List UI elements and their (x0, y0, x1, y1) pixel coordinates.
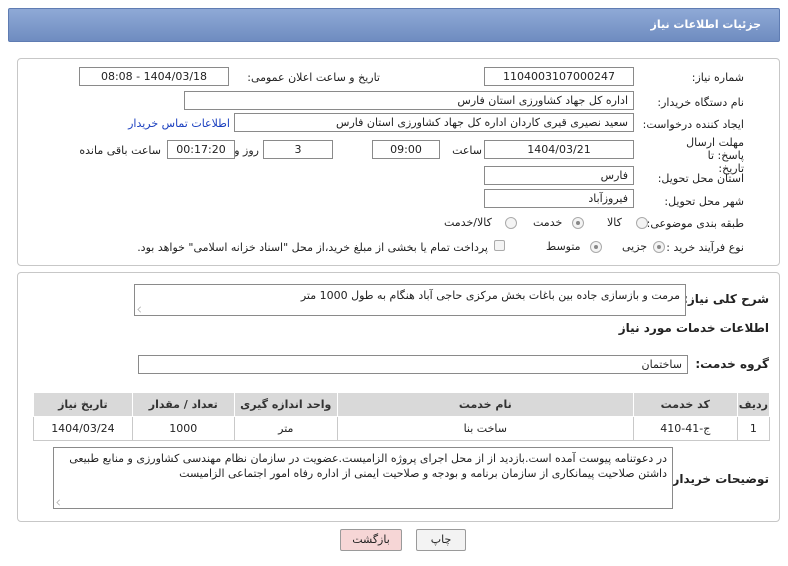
buyer-notes-label: توضیحات خریدار: (667, 472, 769, 486)
col-header-date: تاریخ نیاز (33, 392, 133, 417)
buyer-org-field: اداره کل جهاد کشاورزی استان فارس (184, 91, 634, 110)
service-group-label: گروه خدمت: (695, 357, 769, 371)
process-radio-minor[interactable] (653, 241, 665, 253)
treasury-note: پرداخت تمام یا بخشی از مبلغ خرید،از محل … (137, 241, 488, 254)
resize-handle-icon[interactable] (56, 499, 63, 506)
col-header-index: ردیف (736, 392, 771, 417)
need-info-panel (17, 58, 780, 266)
summary-textarea: مرمت و بازسازی جاده بین باغات بخش مرکزی … (134, 284, 686, 316)
resize-handle-icon[interactable] (137, 306, 144, 313)
category-option-service: خدمت (533, 216, 563, 229)
buyer-notes-textarea: در دعوتنامه پیوست آمده است.بازدید از از … (53, 447, 673, 509)
category-radio-service[interactable] (572, 217, 584, 229)
deadline-date-field: 1404/03/21 (484, 140, 634, 159)
cell-date: 1404/03/24 (33, 416, 133, 441)
category-label: طبقه بندی موضوعی: (646, 217, 744, 230)
col-header-name: نام خدمت (336, 392, 634, 417)
print-button[interactable]: چاپ (416, 529, 466, 551)
cell-code: ج-41-410 (632, 416, 738, 441)
creator-label: ایجاد کننده درخواست: (642, 118, 744, 131)
deadline-time-label: ساعت (452, 144, 482, 157)
col-header-code: کد خدمت (632, 392, 738, 417)
cell-qty: 1000 (131, 416, 235, 441)
process-label: نوع فرآیند خرید : (666, 241, 744, 254)
summary-text: مرمت و بازسازی جاده بین باغات بخش مرکزی … (300, 289, 680, 302)
remaining-time-field: 00:17:20 (167, 140, 235, 159)
table-row: 1 ج-41-410 ساخت بنا متر 1000 1404/03/24 (33, 416, 771, 441)
cell-index: 1 (736, 416, 771, 441)
deadline-time-field: 09:00 (372, 140, 440, 159)
services-section-title: اطلاعات خدمات مورد نیاز (618, 321, 769, 335)
category-option-goods-service: کالا/خدمت (444, 216, 492, 229)
back-button[interactable]: بازگشت (340, 529, 402, 551)
page-header: جزئیات اطلاعات نیاز (8, 8, 780, 42)
treasury-checkbox[interactable] (494, 240, 505, 251)
page-title: جزئیات اطلاعات نیاز (650, 18, 762, 31)
announce-datetime-field: 1404/03/18 - 08:08 (79, 67, 229, 86)
col-header-qty: تعداد / مقدار (131, 392, 235, 417)
need-number-label: شماره نیاز: (691, 71, 744, 84)
announce-datetime-label: تاریخ و ساعت اعلان عمومی: (247, 71, 380, 84)
cell-unit: متر (233, 416, 338, 441)
province-label: استان محل تحویل: (657, 172, 744, 185)
summary-label: شرح کلی نیاز: (683, 292, 769, 306)
buyer-notes-text: در دعوتنامه پیوست آمده است.بازدید از از … (69, 452, 667, 480)
city-field: فیروزآباد (484, 189, 634, 208)
category-option-goods: کالا (607, 216, 622, 229)
need-number-field: 1104003107000247 (484, 67, 634, 86)
buyer-org-label: نام دستگاه خریدار: (657, 96, 744, 109)
category-radio-goods[interactable] (636, 217, 648, 229)
table-header-row: ردیف کد خدمت نام خدمت واحد اندازه گیری ت… (33, 392, 771, 417)
deadline-label: مهلت ارسال پاسخ: تا تاریخ: (686, 136, 744, 175)
category-radio-goods-service[interactable] (505, 217, 517, 229)
process-option-medium: متوسط (546, 240, 581, 253)
services-table: ردیف کد خدمت نام خدمت واحد اندازه گیری ت… (33, 392, 771, 441)
process-option-minor: جزیی (622, 240, 648, 253)
days-remaining-field: 3 (263, 140, 333, 159)
buyer-contact-link[interactable]: اطلاعات تماس خریدار (128, 117, 230, 130)
cell-name: ساخت بنا (336, 416, 634, 441)
service-group-field: ساختمان (138, 355, 688, 374)
process-radio-medium[interactable] (590, 241, 602, 253)
city-label: شهر محل تحویل: (664, 195, 744, 208)
days-label: روز و (234, 144, 259, 157)
col-header-unit: واحد اندازه گیری (233, 392, 338, 417)
remaining-time-label: ساعت باقی مانده (79, 144, 161, 157)
province-field: فارس (484, 166, 634, 185)
creator-field: سعید نصیری قیری کاردان اداره کل جهاد کشا… (234, 113, 634, 132)
